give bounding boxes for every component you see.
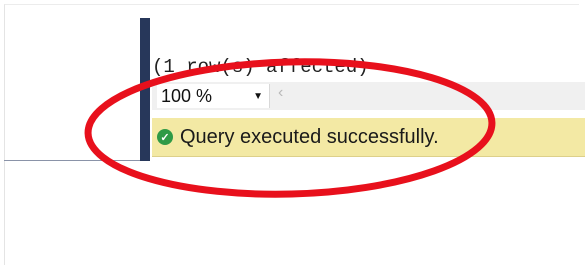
zoom-bar: 100 % ▼ ‹: [152, 82, 585, 110]
scroll-left-icon[interactable]: ‹: [278, 84, 283, 102]
status-bar: ✓ Query executed successfully.: [152, 118, 585, 157]
success-check-icon: ✓: [157, 129, 173, 145]
zoom-value: 100 %: [161, 85, 213, 106]
editor-gutter: [140, 18, 150, 161]
status-message: Query executed successfully.: [180, 125, 439, 148]
zoom-select[interactable]: 100 % ▼: [157, 84, 270, 108]
divider: [4, 160, 140, 161]
results-message: (1 row(s) affected): [152, 56, 369, 78]
dropdown-arrow-icon[interactable]: ▼: [253, 91, 269, 102]
